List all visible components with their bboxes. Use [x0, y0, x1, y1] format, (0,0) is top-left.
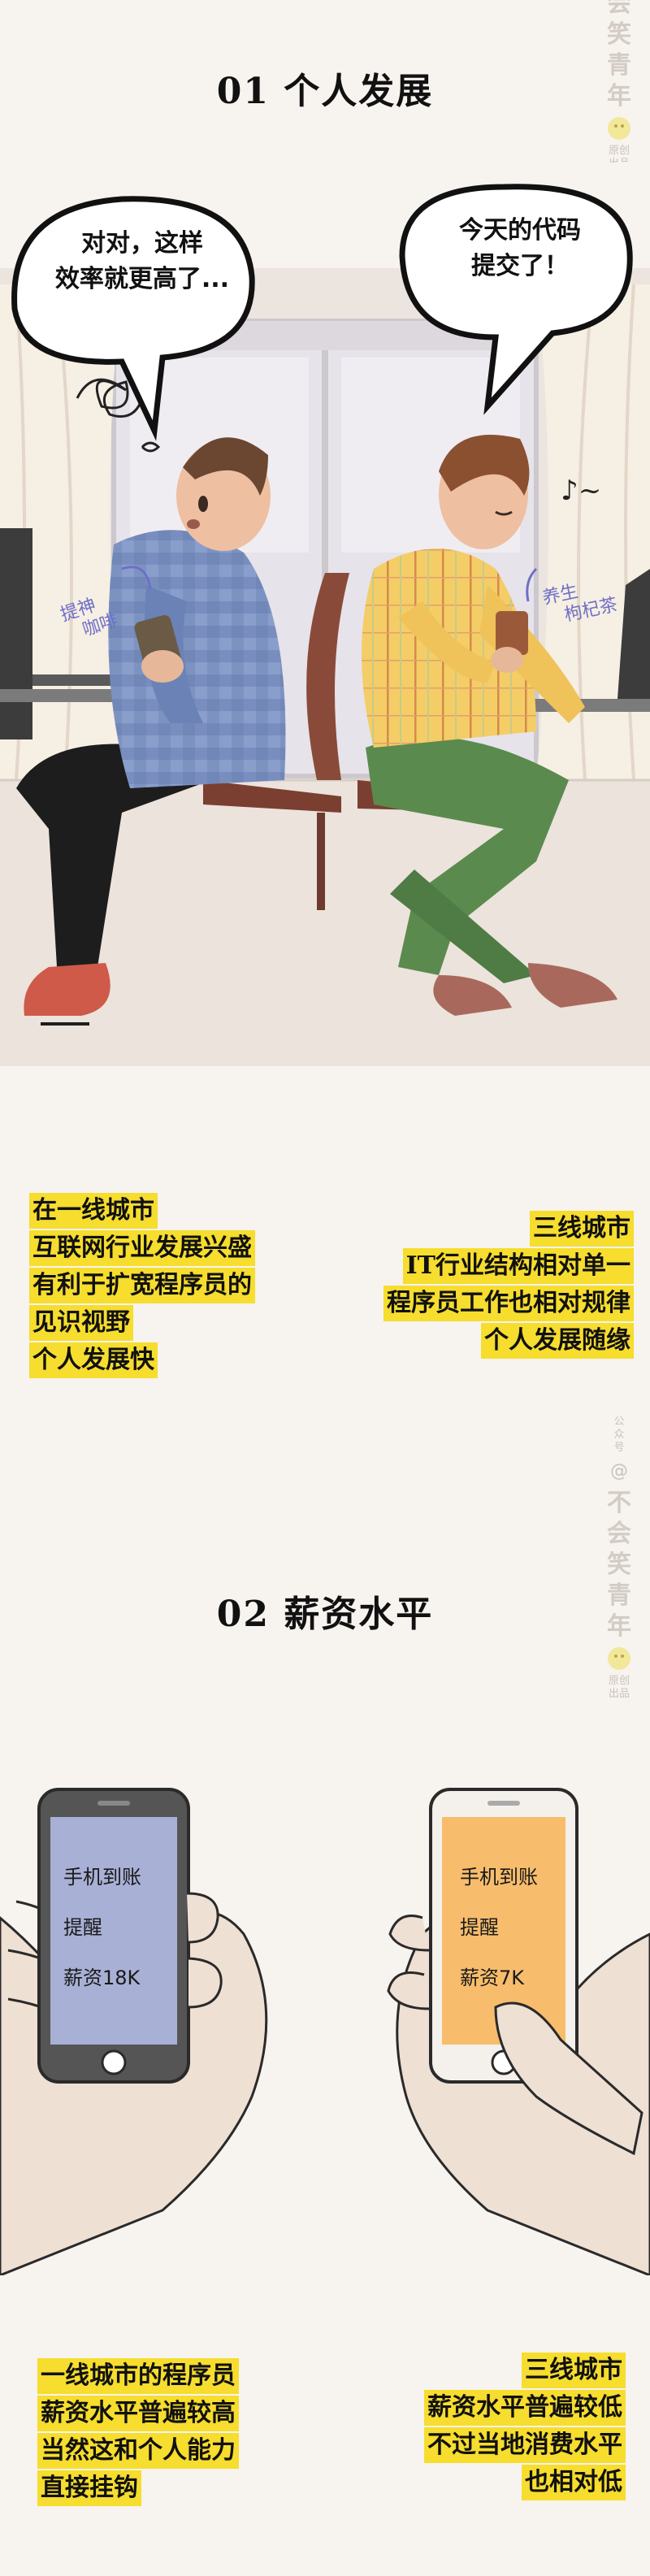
watermark-mid: 公 众 号 @ 不 会 笑 青 年 原创 出品	[604, 1416, 634, 1701]
watermark-small: 原创	[608, 1675, 630, 1687]
section-title-1: 01 个人发展	[216, 71, 434, 112]
watermark-small: 出品	[608, 1688, 630, 1700]
caption-line: 三线城市	[522, 2353, 626, 2388]
section-title-2: 02 薪资水平	[216, 1594, 434, 1635]
caption-line: 互联网行业发展兴盛	[29, 1230, 255, 1266]
watermark-char: 会	[607, 0, 631, 18]
caption-line: 直接挂钩	[37, 2470, 141, 2506]
caption-left-1: 在一线城市 互联网行业发展兴盛 有利于扩宽程序员的 见识视野 个人发展快	[29, 1193, 255, 1380]
caption-line: 当然这和个人能力	[37, 2433, 239, 2469]
caption-line: 也相对低	[522, 2465, 626, 2500]
phone-line: 提醒	[63, 1916, 102, 1939]
phone-notification-left: 手机到账 提醒 薪资18K	[63, 1861, 141, 1990]
caption-line: 薪资水平普遍较高	[37, 2396, 239, 2431]
caption-left-2: 一线城市的程序员 薪资水平普遍较高 当然这和个人能力 直接挂钩	[37, 2358, 239, 2508]
watermark-char: 笑	[607, 20, 631, 49]
caption-line: 一线城市的程序员	[37, 2358, 239, 2394]
watermark-small: 公	[613, 1416, 625, 1428]
caption-line: 薪资水平普遍较低	[424, 2390, 626, 2426]
at-icon: @	[610, 1461, 628, 1481]
caption-line: 有利于扩宽程序员的	[29, 1268, 255, 1303]
phone-line: 手机到账	[460, 1866, 538, 1889]
caption-line: IT行业结构相对单一	[402, 1248, 634, 1284]
watermark-small: 众	[613, 1429, 625, 1441]
caption-line: 见识视野	[29, 1305, 133, 1341]
caption-line: 个人发展快	[29, 1342, 158, 1378]
phone-line: 手机到账	[63, 1866, 141, 1889]
phone-notification-right: 手机到账 提醒 薪资7K	[460, 1861, 538, 1990]
bubble-line: 今天的代码	[459, 216, 581, 245]
comic-page: 会 笑 青 年 原创 出品 01 个人发展	[0, 0, 650, 2576]
bubble-line: 提交了！	[471, 252, 569, 280]
caption-right-1: 三线城市 IT行业结构相对单一 程序员工作也相对规律 个人发展随缘	[384, 1211, 634, 1360]
smiley-icon	[608, 117, 630, 140]
caption-line: 个人发展随缘	[481, 1323, 634, 1359]
speech-bubble-right: 今天的代码 提交了！	[410, 213, 630, 284]
phone-line: 薪资18K	[63, 1967, 141, 1989]
phone-line: 提醒	[460, 1916, 499, 1939]
caption-line: 不过当地消费水平	[424, 2427, 626, 2463]
smiley-icon	[608, 1647, 630, 1670]
caption-line: 在一线城市	[29, 1193, 158, 1229]
watermark-char: 会	[607, 1520, 631, 1548]
caption-line: 三线城市	[530, 1211, 634, 1247]
caption-right-2: 三线城市 薪资水平普遍较低 不过当地消费水平 也相对低	[424, 2353, 626, 2502]
watermark-small: 原创	[608, 145, 630, 157]
comic-illustration-2	[0, 1788, 650, 2275]
speech-bubble-left: 对对，这样 效率就更高了...	[32, 226, 252, 297]
caption-line: 程序员工作也相对规律	[384, 1286, 634, 1321]
svg-text:♪~: ♪~	[561, 475, 601, 507]
watermark-char: 笑	[607, 1550, 631, 1579]
watermark-small: 号	[613, 1442, 625, 1454]
bubble-line: 效率就更高了...	[54, 265, 230, 293]
phone-line: 薪资7K	[460, 1967, 525, 1989]
bubble-line: 对对，这样	[81, 229, 203, 258]
watermark-char: 不	[607, 1489, 631, 1517]
